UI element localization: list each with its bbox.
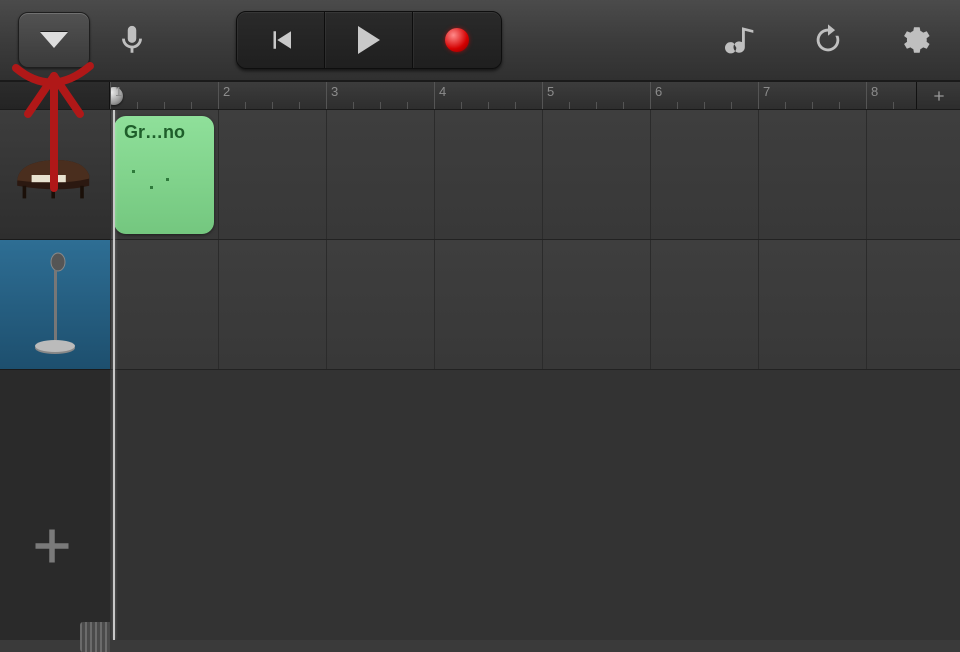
instruments-button[interactable] [722,20,762,60]
loop-icon [811,23,845,57]
toolbar [0,0,960,82]
ruler-bar: 8 [866,82,867,109]
grand-piano-icon [10,145,100,205]
midi-region[interactable]: Gr…no [114,116,214,234]
track-header-vocals[interactable] [0,240,110,370]
music-note-icon [725,23,759,57]
record-icon [445,28,469,52]
settings-button[interactable] [894,20,934,60]
transport-controls [236,11,502,69]
track-lane-vocals[interactable] [110,240,960,370]
ruler-bar-number: 7 [763,84,770,99]
ruler-bar-number: 8 [871,84,878,99]
rewind-button[interactable] [237,12,325,68]
track-resize-handle[interactable] [80,622,110,652]
ruler-bar: 3 [326,82,327,109]
region-label: Gr…no [124,122,185,142]
add-section-button[interactable] [916,82,960,109]
ruler-bar-number: 1 [115,84,122,99]
ruler-bar-number: 6 [655,84,662,99]
ruler-bar: 2 [218,82,219,109]
ruler-bar-number: 4 [439,84,446,99]
ruler-spacer [0,82,110,109]
microphone-button[interactable] [112,20,152,60]
add-track-button[interactable] [28,522,76,570]
track-header-piano[interactable] [0,110,110,240]
chevron-down-icon [40,32,68,48]
plus-icon [30,524,74,568]
ruler-body[interactable]: 1 2 3 4 5 6 7 8 [110,82,916,109]
track-lane-piano[interactable]: Gr…no [110,110,960,240]
ruler-bar: 6 [650,82,651,109]
play-button[interactable] [325,12,413,68]
ruler-bar-number: 5 [547,84,554,99]
tracks-area: Gr…no [0,110,960,640]
loop-button[interactable] [808,20,848,60]
menu-button[interactable] [18,12,90,68]
track-lanes[interactable]: Gr…no [110,110,960,640]
timeline-ruler[interactable]: 1 2 3 4 5 6 7 8 [0,82,960,110]
track-headers-empty [0,370,110,640]
ruler-bar: 4 [434,82,435,109]
ruler-bar: 5 [542,82,543,109]
ruler-bar: 7 [758,82,759,109]
ruler-bar-number: 3 [331,84,338,99]
play-icon [358,26,380,54]
gear-icon [897,23,931,57]
ruler-bar-number: 2 [223,84,230,99]
skip-back-icon [266,25,296,55]
toolbar-right [722,20,942,60]
record-button[interactable] [413,12,501,68]
plus-icon [931,88,947,104]
lanes-empty-area [110,370,960,640]
mic-stand-icon [30,250,80,360]
microphone-icon [115,23,149,57]
ruler-bar: 1 [110,82,111,109]
track-headers [0,110,110,640]
